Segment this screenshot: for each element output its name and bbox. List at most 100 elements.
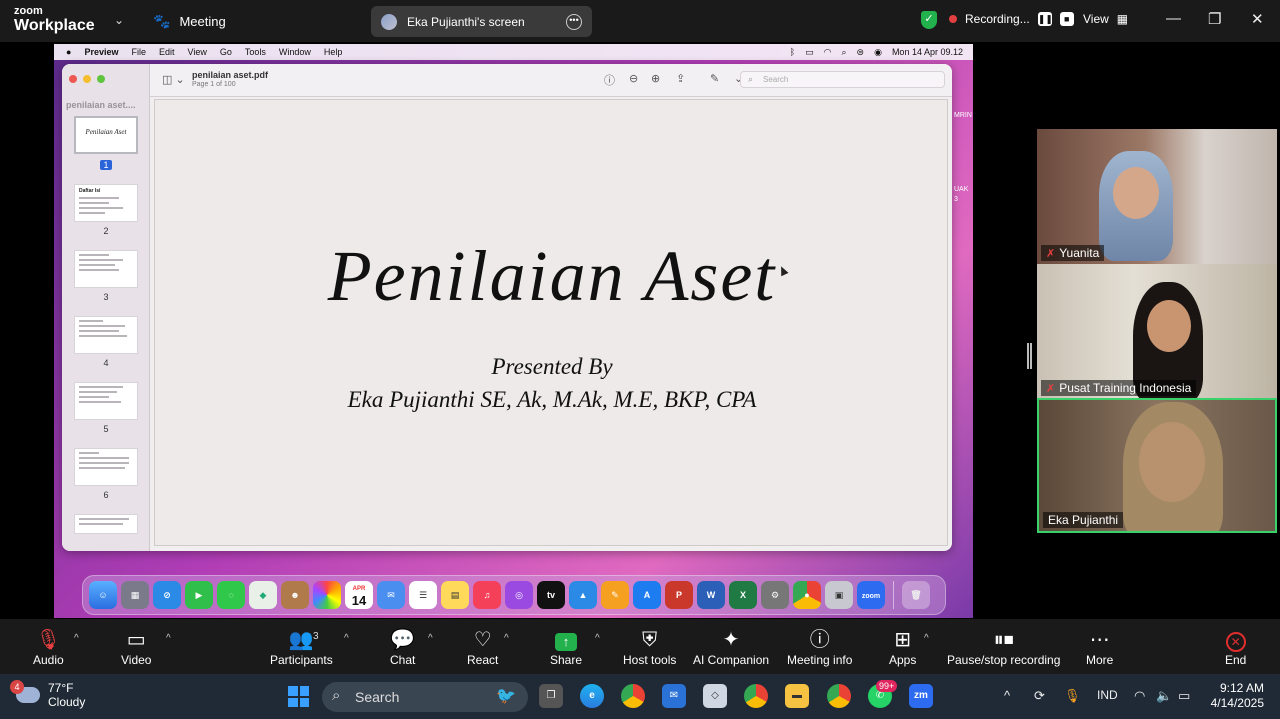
stop-recording-button[interactable]: ■ bbox=[1059, 12, 1074, 26]
launchpad-icon[interactable]: ▦ bbox=[121, 581, 149, 609]
reminders-icon[interactable]: ☰ bbox=[409, 581, 437, 609]
panel-resize-handle[interactable] bbox=[1027, 343, 1032, 369]
zoom-taskbar-icon[interactable]: zm bbox=[909, 684, 933, 708]
restore-icon[interactable]: ❐ bbox=[1208, 10, 1221, 28]
chevron-down-icon[interactable]: ⌄ bbox=[114, 13, 124, 27]
audio-button[interactable]: 🎙 Audio bbox=[33, 629, 64, 667]
zoom-logo[interactable]: zoom Workplace bbox=[14, 6, 95, 34]
menu-preview[interactable]: Preview bbox=[84, 47, 118, 57]
facetime-icon[interactable]: ▶ bbox=[185, 581, 213, 609]
page-thumbnail-7[interactable] bbox=[74, 514, 138, 534]
mail-icon[interactable]: ✉ bbox=[662, 684, 686, 708]
share-options-chevron-icon[interactable]: ^ bbox=[595, 633, 600, 644]
more-button[interactable]: ⋯ More bbox=[1086, 629, 1113, 667]
menu-view[interactable]: View bbox=[188, 47, 207, 57]
search-input[interactable]: ⌕ Search bbox=[740, 71, 945, 88]
start-button[interactable] bbox=[288, 686, 309, 707]
video-tile-yuanita[interactable]: ✗ Yuanita bbox=[1037, 129, 1277, 264]
close-icon[interactable]: ✕ bbox=[1251, 10, 1264, 28]
store-icon[interactable]: ◇ bbox=[703, 684, 727, 708]
language-indicator[interactable]: IND bbox=[1097, 688, 1118, 702]
edge-icon[interactable]: e bbox=[580, 684, 604, 708]
safari-icon[interactable]: ⊘ bbox=[153, 581, 181, 609]
sync-icon[interactable]: ⟳ bbox=[1034, 688, 1045, 704]
taskbar-search[interactable]: ⌕ Search 🐦 bbox=[322, 682, 528, 712]
contacts-icon[interactable]: ☻ bbox=[281, 581, 309, 609]
apple-tv-icon[interactable]: tv bbox=[537, 581, 565, 609]
bluetooth-icon[interactable]: ᛒ bbox=[790, 47, 795, 57]
share-icon[interactable]: ⇪ bbox=[676, 72, 685, 85]
more-options-icon[interactable]: ••• bbox=[566, 13, 582, 30]
powerpoint-icon[interactable]: P bbox=[665, 581, 693, 609]
menu-file[interactable]: File bbox=[131, 47, 146, 57]
screen-share-pill[interactable]: Eka Pujianthi's screen ••• bbox=[371, 6, 592, 37]
shield-check-icon[interactable]: ✓ bbox=[921, 11, 937, 29]
preview-app-icon[interactable]: ▣ bbox=[825, 581, 853, 609]
video-tile-eka-pujianthi[interactable]: Eka Pujianthi bbox=[1037, 398, 1277, 533]
participants-options-chevron-icon[interactable]: ^ bbox=[344, 633, 349, 644]
meeting-menu[interactable]: 🐾 Meeting bbox=[153, 13, 226, 30]
page-thumbnail-5[interactable] bbox=[74, 382, 138, 420]
page-thumbnail-2[interactable]: Daftar Isi bbox=[74, 184, 138, 222]
chrome-profile-icon[interactable] bbox=[744, 684, 768, 708]
pause-stop-recording-button[interactable]: ⏸⏹ Pause/stop recording bbox=[947, 629, 1060, 667]
audio-options-chevron-icon[interactable]: ^ bbox=[74, 633, 79, 644]
word-icon[interactable]: W bbox=[697, 581, 725, 609]
end-button[interactable]: ✕ End bbox=[1225, 629, 1246, 667]
pdf-page[interactable]: Penilaian Aset Presented By Eka Pujianth… bbox=[154, 99, 948, 546]
close-window-icon[interactable] bbox=[69, 75, 77, 83]
menu-edit[interactable]: Edit bbox=[159, 47, 175, 57]
ai-companion-button[interactable]: ✦ AI Companion bbox=[693, 629, 769, 667]
app-store-icon[interactable]: A bbox=[633, 581, 661, 609]
page-thumbnail-1[interactable]: Penilaian Aset bbox=[74, 116, 138, 154]
apps-options-chevron-icon[interactable]: ^ bbox=[924, 633, 929, 644]
video-options-chevron-icon[interactable]: ^ bbox=[166, 633, 171, 644]
wifi-icon[interactable]: ◠ bbox=[824, 47, 832, 58]
menu-window[interactable]: Window bbox=[279, 47, 311, 57]
calendar-icon[interactable]: APR 14 bbox=[345, 581, 373, 609]
microphone-icon[interactable]: 🎙 bbox=[1064, 688, 1081, 704]
zoom-window-icon[interactable] bbox=[97, 75, 105, 83]
pages-icon[interactable]: ✎ bbox=[601, 581, 629, 609]
menu-go[interactable]: Go bbox=[220, 47, 232, 57]
tray-chevron-up-icon[interactable]: ^ bbox=[1004, 688, 1010, 703]
music-icon[interactable]: ♫ bbox=[473, 581, 501, 609]
host-tools-button[interactable]: ⛨ Host tools bbox=[623, 629, 676, 667]
sidebar-toggle-icon[interactable]: ◫ ⌄ bbox=[162, 73, 185, 86]
apple-icon[interactable]: ● bbox=[66, 47, 71, 57]
react-button[interactable]: ♡ React bbox=[467, 629, 498, 667]
menu-tools[interactable]: Tools bbox=[245, 47, 266, 57]
minimize-window-icon[interactable] bbox=[83, 75, 91, 83]
system-settings-icon[interactable]: ⚙ bbox=[761, 581, 789, 609]
task-view-icon[interactable]: ❐ bbox=[539, 684, 563, 708]
pause-recording-button[interactable]: ❚❚ bbox=[1037, 12, 1053, 26]
trash-icon[interactable]: 🗑 bbox=[902, 581, 930, 609]
messages-icon[interactable]: ◌ bbox=[217, 581, 245, 609]
taskbar-clock[interactable]: 9:12 AM 4/14/2025 bbox=[1210, 681, 1264, 711]
menu-help[interactable]: Help bbox=[324, 47, 343, 57]
participants-button[interactable]: 👥 Participants bbox=[270, 629, 333, 667]
page-thumbnail-4[interactable] bbox=[74, 316, 138, 354]
page-thumbnail-6[interactable] bbox=[74, 448, 138, 486]
react-options-chevron-icon[interactable]: ^ bbox=[504, 633, 509, 644]
zoom-out-icon[interactable]: ⊖ bbox=[629, 72, 638, 85]
video-button[interactable]: ▭ Video bbox=[121, 629, 151, 667]
minimize-icon[interactable]: — bbox=[1166, 10, 1181, 27]
weather-widget[interactable]: 4 77°F Cloudy bbox=[10, 680, 85, 709]
search-icon[interactable]: ⌕ bbox=[841, 47, 846, 58]
volume-icon[interactable]: 🔈 bbox=[1156, 688, 1172, 704]
markup-pen-icon[interactable]: ✎ bbox=[710, 72, 719, 85]
chrome-icon[interactable] bbox=[621, 684, 645, 708]
mail-icon[interactable]: ✉ bbox=[377, 581, 405, 609]
chrome-icon[interactable]: ● bbox=[793, 581, 821, 609]
meeting-info-button[interactable]: ⓘ Meeting info bbox=[787, 629, 852, 667]
podcasts-icon[interactable]: ◎ bbox=[505, 581, 533, 609]
control-center-icon[interactable]: ⊜ bbox=[857, 47, 865, 58]
page-thumbnail-3[interactable] bbox=[74, 250, 138, 288]
battery-icon[interactable]: ▭ bbox=[1178, 688, 1190, 704]
photos-icon[interactable] bbox=[313, 581, 341, 609]
battery-icon[interactable]: ▭ bbox=[805, 47, 814, 58]
keynote-icon[interactable]: ▲ bbox=[569, 581, 597, 609]
file-explorer-icon[interactable]: ▬ bbox=[785, 684, 809, 708]
chat-button[interactable]: 💬 Chat bbox=[390, 629, 415, 667]
